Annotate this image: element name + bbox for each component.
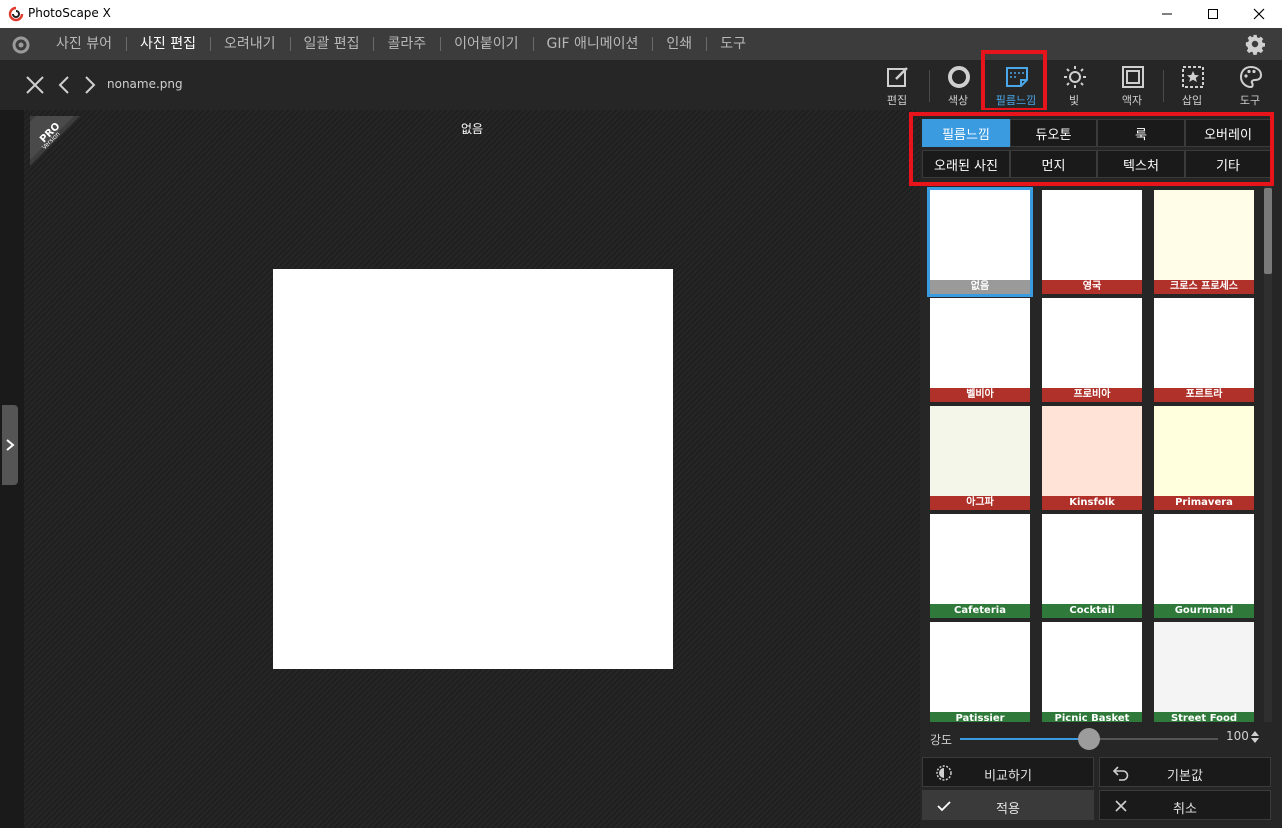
- chevron-right-icon: [6, 439, 15, 451]
- tool-edit[interactable]: 편집: [869, 60, 925, 110]
- pro-version-badge: PRO Version: [30, 116, 80, 166]
- filter-thumbnail[interactable]: Patissier: [930, 622, 1030, 722]
- filter-thumbnail[interactable]: Gourmand: [1154, 514, 1254, 618]
- filter-thumbnail[interactable]: 아그파: [930, 406, 1030, 510]
- filter-thumbnail-label: 크로스 프로세스: [1154, 280, 1254, 294]
- app-logo-icon: [8, 6, 24, 22]
- scrollbar-thumb[interactable]: [1264, 188, 1272, 274]
- photo-image[interactable]: [273, 269, 673, 669]
- chevron-left-icon[interactable]: [54, 74, 74, 96]
- filter-thumbnail[interactable]: Primavera: [1154, 406, 1254, 510]
- filter-thumbnail[interactable]: Cocktail: [1042, 514, 1142, 618]
- menu-combine[interactable]: 이어붙이기: [440, 28, 532, 60]
- strength-slider-fill: [960, 738, 1089, 740]
- minimize-button[interactable]: [1144, 0, 1190, 28]
- filter-thumbnail-label: 벨비아: [930, 388, 1030, 402]
- palette-icon: [1239, 65, 1263, 89]
- compare-button[interactable]: 비교하기: [922, 757, 1094, 787]
- filter-thumbnail-grid: 없음 영국 크로스 프로세스벨비아 프로비아 포르트라아그파 Kinsfolk Primav…: [920, 186, 1262, 722]
- reset-button[interactable]: 기본값: [1099, 757, 1271, 787]
- insert-icon: [1182, 66, 1204, 88]
- filter-thumbnail-label: Gourmand: [1154, 604, 1254, 618]
- tool-light[interactable]: 빛: [1046, 60, 1102, 110]
- window-title: PhotoScape X: [28, 6, 111, 20]
- home-icon[interactable]: [10, 34, 32, 56]
- filter-thumbnail-label: Street Food: [1154, 712, 1254, 722]
- menu-tabs: 사진 뷰어 사진 편집 오려내기 일괄 편집 콜라주 이어붙이기 GIF 애니메…: [42, 28, 760, 60]
- menu-gif[interactable]: GIF 애니메이션: [532, 28, 653, 60]
- strength-slider-handle[interactable]: [1078, 728, 1100, 750]
- filter-thumbnail[interactable]: 크로스 프로세스: [1154, 190, 1254, 294]
- filter-thumbnail[interactable]: 프로비아: [1042, 298, 1142, 402]
- menu-photo-editor[interactable]: 사진 편집: [125, 28, 210, 60]
- menu-tools[interactable]: 도구: [706, 28, 760, 60]
- strength-value[interactable]: 100: [1226, 729, 1249, 743]
- menu-bar: 사진 뷰어 사진 편집 오려내기 일괄 편집 콜라주 이어붙이기 GIF 애니메…: [0, 28, 1282, 60]
- strength-label: 강도: [930, 733, 953, 747]
- filter-thumbnail-label: Patissier: [930, 712, 1030, 722]
- menu-photo-viewer[interactable]: 사진 뷰어: [42, 28, 126, 60]
- filter-thumbnail-label: 포르트라: [1154, 388, 1254, 402]
- highlight-box-film-tool: [981, 50, 1047, 112]
- filter-thumbnail-label: Cafeteria: [930, 604, 1030, 618]
- filter-thumbnail-label: Primavera: [1154, 496, 1254, 510]
- light-icon: [1064, 66, 1086, 88]
- filter-thumbnail[interactable]: Street Food: [1154, 622, 1254, 722]
- tool-tools[interactable]: 도구: [1222, 60, 1278, 110]
- filter-thumbnail[interactable]: Picnic Basket: [1042, 622, 1142, 722]
- chevron-right-icon[interactable]: [80, 74, 100, 96]
- thumbnail-scrollbar[interactable]: [1264, 186, 1272, 722]
- menu-print[interactable]: 인쇄: [652, 28, 706, 60]
- filter-thumbnail[interactable]: 영국: [1042, 190, 1142, 294]
- menu-collage[interactable]: 콜라주: [373, 28, 440, 60]
- close-icon: [1253, 8, 1265, 20]
- filter-thumbnail-label: Picnic Basket: [1042, 712, 1142, 722]
- maximize-icon: [1208, 9, 1218, 19]
- file-name: noname.png: [107, 77, 183, 91]
- maximize-button[interactable]: [1190, 0, 1236, 28]
- filter-thumbnail[interactable]: Kinsfolk: [1042, 406, 1142, 510]
- minimize-icon: [1162, 13, 1172, 15]
- filter-thumbnail[interactable]: Cafeteria: [930, 514, 1030, 618]
- filter-thumbnail[interactable]: 벨비아: [930, 298, 1030, 402]
- tool-frame[interactable]: 액자: [1104, 60, 1160, 110]
- filter-thumbnail-label: 아그파: [930, 496, 1030, 510]
- filter-thumbnail-label: 영국: [1042, 280, 1142, 294]
- tool-color[interactable]: 색상: [930, 60, 986, 110]
- menu-cut-out[interactable]: 오려내기: [209, 28, 290, 60]
- close-window-button[interactable]: [1236, 0, 1282, 28]
- spinner-arrows-icon[interactable]: [1250, 729, 1260, 745]
- frame-icon: [1122, 66, 1144, 88]
- close-photo-icon[interactable]: [24, 74, 46, 96]
- filter-thumbnail-label: Cocktail: [1042, 604, 1142, 618]
- highlight-box-categories: [909, 112, 1274, 186]
- filter-thumbnail-label: 프로비아: [1042, 388, 1142, 402]
- title-bar: PhotoScape X: [0, 0, 1282, 28]
- edit-icon: [887, 67, 908, 87]
- apply-button[interactable]: 적용: [922, 790, 1094, 820]
- gear-icon[interactable]: [1244, 33, 1266, 55]
- filter-thumbnail[interactable]: 포르트라: [1154, 298, 1254, 402]
- menu-batch[interactable]: 일괄 편집: [289, 28, 374, 60]
- tool-insert[interactable]: 삽입: [1164, 60, 1220, 110]
- color-icon: [948, 66, 970, 88]
- filter-thumbnail[interactable]: 없음: [927, 187, 1033, 297]
- filter-thumbnail-label: 없음: [930, 280, 1030, 294]
- current-filter-label: 없음: [460, 122, 484, 136]
- expand-sidebar-button[interactable]: [2, 405, 18, 485]
- filter-thumbnail-label: Kinsfolk: [1042, 496, 1142, 510]
- editor-toolbar: noname.png 편집 색상 필름느낌 빛 액자 삽입 도구: [0, 60, 1282, 110]
- cancel-button[interactable]: 취소: [1099, 790, 1271, 820]
